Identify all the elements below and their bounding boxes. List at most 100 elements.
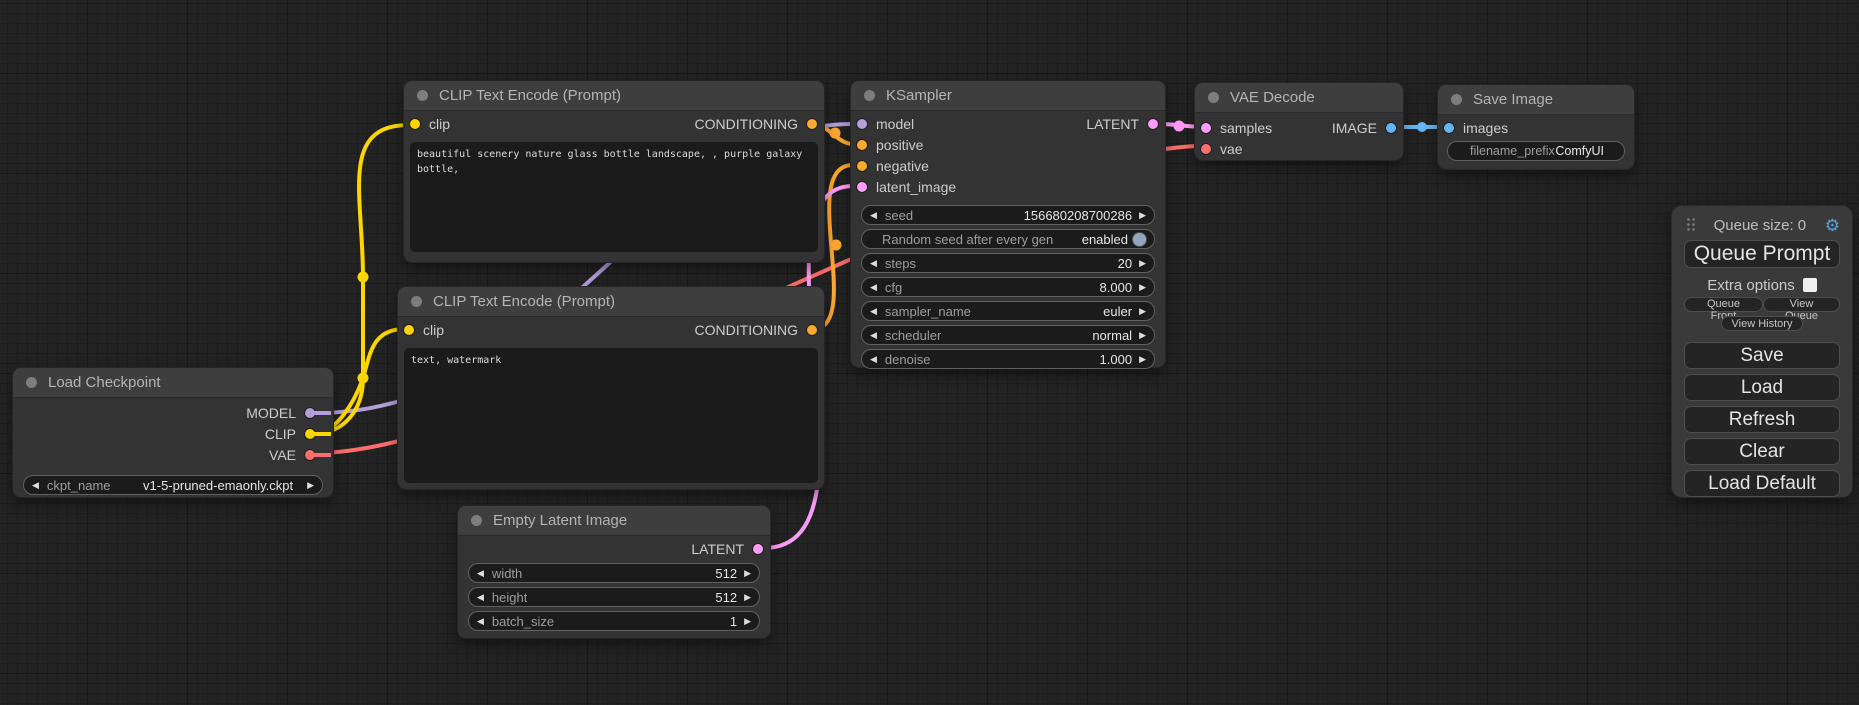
node-title: CLIP Text Encode (Prompt) bbox=[439, 87, 621, 104]
load-button[interactable]: Load bbox=[1684, 374, 1840, 401]
latent-output-dot[interactable] bbox=[1148, 119, 1158, 129]
decrement-arrow-icon[interactable]: ◀ bbox=[870, 283, 877, 292]
decrement-arrow-icon[interactable]: ◀ bbox=[477, 593, 484, 602]
collapse-dot-icon[interactable] bbox=[411, 296, 422, 307]
view-queue-button[interactable]: View Queue bbox=[1763, 297, 1840, 312]
node-titlebar[interactable]: Load Checkpoint bbox=[13, 368, 333, 398]
vae-output-dot[interactable] bbox=[305, 450, 315, 460]
queue-front-button[interactable]: Queue Front bbox=[1684, 297, 1763, 312]
slot-label: CLIP bbox=[265, 426, 296, 442]
node-ksampler[interactable]: KSampler model LATENT positive negative … bbox=[851, 81, 1165, 367]
conditioning-output-dot[interactable] bbox=[807, 325, 817, 335]
comfyui-canvas[interactable]: { "colors": { "model": "#b39ddb", "clip"… bbox=[0, 0, 1859, 705]
batch-size-widget[interactable]: ◀ batch_size 1 ▶ bbox=[468, 611, 760, 631]
slot-label: clip bbox=[429, 116, 450, 132]
random-seed-widget[interactable]: Random seed after every gen enabled bbox=[861, 229, 1155, 249]
node-save-image[interactable]: Save Image images filename_prefix ComfyU… bbox=[1438, 85, 1634, 169]
node-clip-text-encode-negative[interactable]: CLIP Text Encode (Prompt) clip CONDITION… bbox=[398, 287, 824, 489]
image-output-dot[interactable] bbox=[1386, 123, 1396, 133]
node-clip-text-encode-positive[interactable]: CLIP Text Encode (Prompt) clip CONDITION… bbox=[404, 81, 824, 262]
prompt-textarea[interactable]: beautiful scenery nature glass bottle la… bbox=[410, 142, 818, 252]
vae-input-dot[interactable] bbox=[1201, 144, 1211, 154]
output-slot-model: MODEL bbox=[13, 402, 333, 423]
images-input-dot[interactable] bbox=[1444, 123, 1454, 133]
decrement-arrow-icon[interactable]: ◀ bbox=[870, 355, 877, 364]
collapse-dot-icon[interactable] bbox=[26, 377, 37, 388]
widget-label: sampler_name bbox=[885, 304, 971, 319]
load-default-button[interactable]: Load Default bbox=[1684, 470, 1840, 497]
positive-input-dot[interactable] bbox=[857, 140, 867, 150]
prompt-textarea[interactable]: text, watermark bbox=[404, 348, 818, 483]
model-output-dot[interactable] bbox=[305, 408, 315, 418]
increment-arrow-icon[interactable]: ▶ bbox=[1139, 283, 1146, 292]
ckpt-name-widget[interactable]: ◀ ckpt_name v1-5-pruned-emaonly.ckpt ▶ bbox=[23, 475, 323, 495]
slot-label: vae bbox=[1220, 141, 1243, 157]
save-button[interactable]: Save bbox=[1684, 342, 1840, 369]
cfg-widget[interactable]: ◀ cfg 8.000 ▶ bbox=[861, 277, 1155, 297]
increment-arrow-icon[interactable]: ▶ bbox=[1139, 331, 1146, 340]
node-titlebar[interactable]: VAE Decode bbox=[1195, 83, 1403, 113]
output-slot-conditioning: CONDITIONING bbox=[695, 322, 819, 338]
output-slot-vae: VAE bbox=[13, 444, 333, 465]
node-load-checkpoint[interactable]: Load Checkpoint MODEL CLIP VAE ◀ ckpt_na… bbox=[13, 368, 333, 497]
toggle-on-icon[interactable] bbox=[1133, 233, 1146, 246]
width-widget[interactable]: ◀ width 512 ▶ bbox=[468, 563, 760, 583]
scheduler-widget[interactable]: ◀ scheduler normal ▶ bbox=[861, 325, 1155, 345]
decrement-arrow-icon[interactable]: ◀ bbox=[870, 331, 877, 340]
drag-handle[interactable] bbox=[1686, 217, 1695, 233]
node-vae-decode[interactable]: VAE Decode samples IMAGE vae bbox=[1195, 83, 1403, 160]
decrement-arrow-icon[interactable]: ◀ bbox=[870, 307, 877, 316]
increment-arrow-icon[interactable]: ▶ bbox=[1139, 259, 1146, 268]
clip-input-dot[interactable] bbox=[410, 119, 420, 129]
increment-arrow-icon[interactable]: ▶ bbox=[744, 593, 751, 602]
seed-widget[interactable]: ◀ seed 156680208700286 ▶ bbox=[861, 205, 1155, 225]
increment-arrow-icon[interactable]: ▶ bbox=[1139, 355, 1146, 364]
sampler-name-widget[interactable]: ◀ sampler_name euler ▶ bbox=[861, 301, 1155, 321]
latent-image-input-dot[interactable] bbox=[857, 182, 867, 192]
refresh-button[interactable]: Refresh bbox=[1684, 406, 1840, 433]
decrement-arrow-icon[interactable]: ◀ bbox=[32, 481, 39, 490]
collapse-dot-icon[interactable] bbox=[471, 515, 482, 526]
increment-arrow-icon[interactable]: ▶ bbox=[1139, 211, 1146, 220]
denoise-widget[interactable]: ◀ denoise 1.000 ▶ bbox=[861, 349, 1155, 369]
widget-value: 512 bbox=[715, 590, 737, 605]
node-titlebar[interactable]: Save Image bbox=[1438, 85, 1634, 115]
filename-prefix-widget[interactable]: filename_prefix ComfyUI bbox=[1447, 141, 1625, 161]
model-input-dot[interactable] bbox=[857, 119, 867, 129]
node-titlebar[interactable]: KSampler bbox=[851, 81, 1165, 111]
increment-arrow-icon[interactable]: ▶ bbox=[307, 481, 314, 490]
conditioning-output-dot[interactable] bbox=[807, 119, 817, 129]
collapse-dot-icon[interactable] bbox=[1208, 92, 1219, 103]
widget-value: 1 bbox=[730, 614, 737, 629]
view-history-button[interactable]: View History bbox=[1721, 316, 1804, 331]
node-titlebar[interactable]: Empty Latent Image bbox=[458, 506, 770, 536]
settings-gear-icon[interactable]: ⚙ bbox=[1825, 217, 1840, 234]
collapse-dot-icon[interactable] bbox=[1451, 94, 1462, 105]
samples-input-dot[interactable] bbox=[1201, 123, 1211, 133]
negative-input-dot[interactable] bbox=[857, 161, 867, 171]
collapse-dot-icon[interactable] bbox=[417, 90, 428, 101]
clear-button[interactable]: Clear bbox=[1684, 438, 1840, 465]
queue-prompt-button[interactable]: Queue Prompt bbox=[1684, 240, 1840, 268]
decrement-arrow-icon[interactable]: ◀ bbox=[477, 569, 484, 578]
clip-output-dot[interactable] bbox=[305, 429, 315, 439]
latent-output-dot[interactable] bbox=[753, 544, 763, 554]
slot-label: negative bbox=[876, 158, 929, 174]
clip-input-dot[interactable] bbox=[404, 325, 414, 335]
decrement-arrow-icon[interactable]: ◀ bbox=[870, 211, 877, 220]
increment-arrow-icon[interactable]: ▶ bbox=[1139, 307, 1146, 316]
height-widget[interactable]: ◀ height 512 ▶ bbox=[468, 587, 760, 607]
node-empty-latent-image[interactable]: Empty Latent Image LATENT ◀ width 512 ▶ … bbox=[458, 506, 770, 638]
increment-arrow-icon[interactable]: ▶ bbox=[744, 569, 751, 578]
link-dot bbox=[1417, 122, 1427, 132]
widget-label: seed bbox=[885, 208, 913, 223]
decrement-arrow-icon[interactable]: ◀ bbox=[870, 259, 877, 268]
slot-label: LATENT bbox=[1086, 116, 1139, 132]
extra-options-checkbox[interactable] bbox=[1803, 278, 1817, 292]
steps-widget[interactable]: ◀ steps 20 ▶ bbox=[861, 253, 1155, 273]
increment-arrow-icon[interactable]: ▶ bbox=[744, 617, 751, 626]
collapse-dot-icon[interactable] bbox=[864, 90, 875, 101]
node-titlebar[interactable]: CLIP Text Encode (Prompt) bbox=[404, 81, 824, 111]
node-titlebar[interactable]: CLIP Text Encode (Prompt) bbox=[398, 287, 824, 317]
decrement-arrow-icon[interactable]: ◀ bbox=[477, 617, 484, 626]
